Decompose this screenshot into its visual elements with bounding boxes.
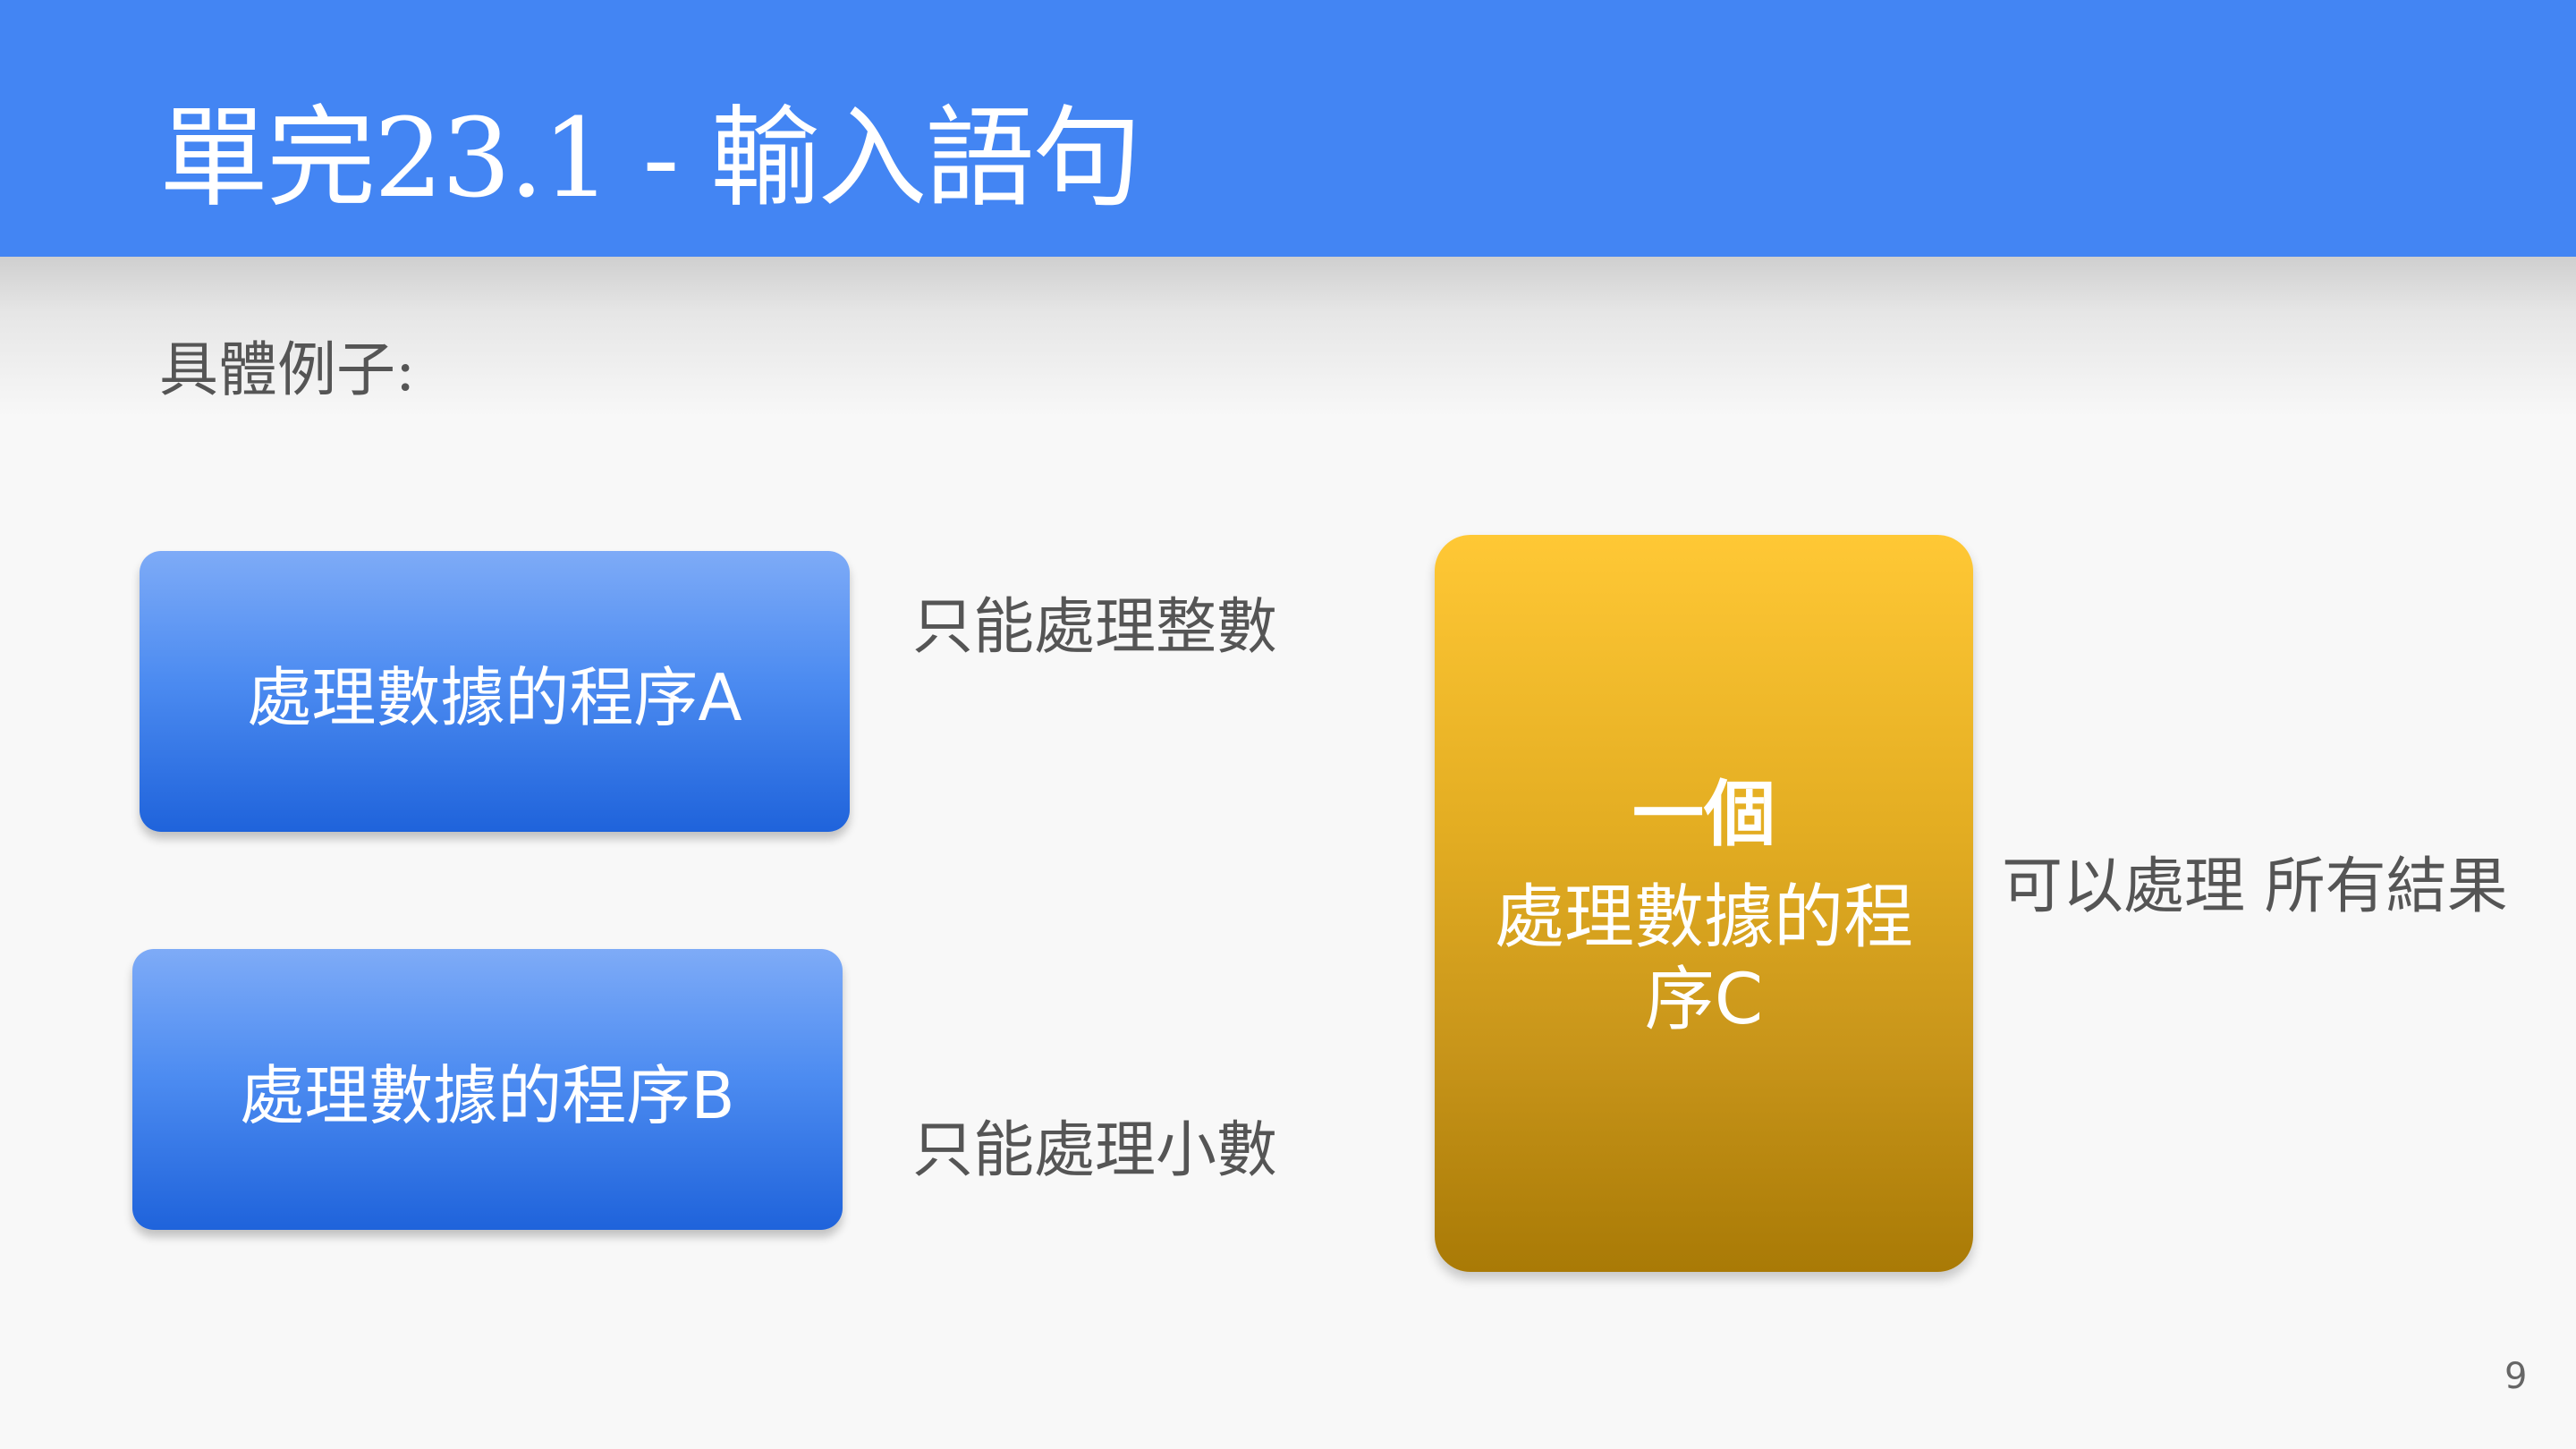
program-c-note: 可以處理 所有結果: [2002, 852, 2508, 922]
slide: 單完23.1 - 輸入語句 具體例子: 處理數據的程序A 處理數據的程序B 只能…: [0, 0, 2576, 1449]
page-number: 9: [2504, 1356, 2528, 1397]
program-c-heading: 一個: [1632, 773, 1775, 856]
program-a-note: 只能處理整數: [912, 592, 1278, 663]
program-c-box: 一個 處理數據的程序C: [1435, 535, 1973, 1272]
slide-subtitle: 具體例子:: [159, 335, 416, 404]
program-b-note: 只能處理小數: [912, 1115, 1278, 1186]
program-b-label: 處理數據的程序B: [240, 1057, 735, 1133]
program-b-box: 處理數據的程序B: [132, 949, 843, 1230]
slide-title: 單完23.1 - 輸入語句: [159, 95, 1141, 222]
program-a-box: 處理數據的程序A: [140, 551, 850, 832]
program-a-label: 處理數據的程序A: [247, 659, 742, 735]
program-c-label: 處理數據的程序C: [1494, 877, 1913, 1040]
